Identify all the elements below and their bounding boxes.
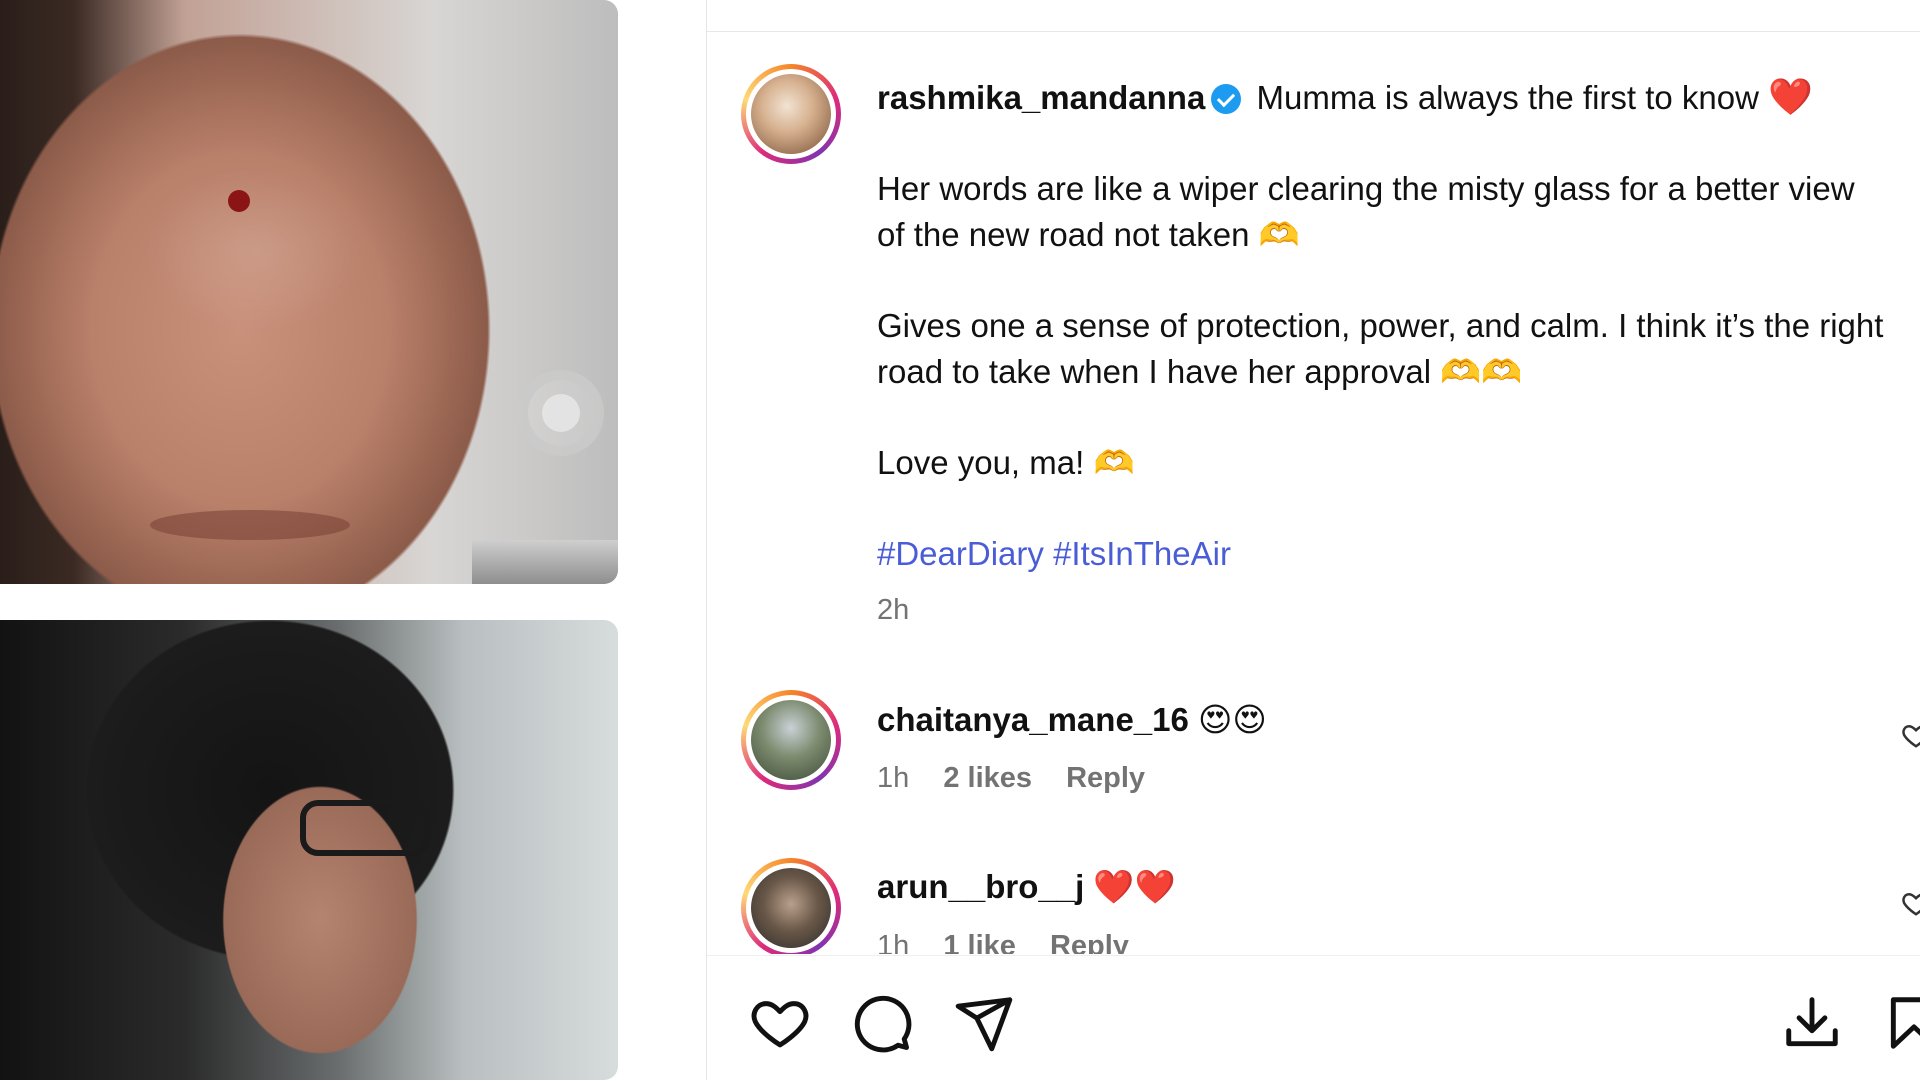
red-heart-emoji: ❤️ xyxy=(1768,76,1813,117)
comment-time[interactable]: 1h xyxy=(877,762,909,794)
caption-text: Mumma is always the first to know xyxy=(1256,79,1759,116)
bookmark-icon[interactable] xyxy=(1883,992,1920,1054)
photo-detail xyxy=(228,190,250,212)
media-column xyxy=(0,0,618,1080)
share-icon[interactable] xyxy=(953,992,1015,1054)
commenter-avatar[interactable] xyxy=(741,690,841,790)
download-icon[interactable] xyxy=(1781,992,1843,1054)
comment-item: chaitanya_mane_16 😍😍 1h 2 likes Reply xyxy=(707,690,1920,800)
post-details-panel: rashmika_mandanna Mumma is always the fi… xyxy=(706,0,1920,1080)
comment-likes[interactable]: 2 likes xyxy=(943,762,1032,794)
post-timestamp[interactable]: 2h xyxy=(877,594,909,627)
caption-paragraph: Her words are like a wiper clearing the … xyxy=(877,170,1855,253)
comment-text: arun__bro__j ❤️❤️ xyxy=(877,868,1176,907)
panel-header xyxy=(707,0,1920,32)
comment-like-heart-icon[interactable] xyxy=(1901,720,1920,750)
caption-paragraph: Love you, ma! 🫶 xyxy=(877,444,1135,481)
hashtag-link[interactable]: #ItsInTheAir xyxy=(1053,535,1231,572)
comment-meta: 1h 2 likes Reply xyxy=(877,762,1171,795)
comment-emojis: 😍😍 xyxy=(1198,701,1267,738)
author-username[interactable]: rashmika_mandanna xyxy=(877,79,1205,116)
comments-scroll-area[interactable]: rashmika_mandanna Mumma is always the fi… xyxy=(707,32,1920,954)
post-photo-top[interactable] xyxy=(0,0,618,584)
avatar-image xyxy=(751,74,831,154)
photo-detail xyxy=(300,800,430,856)
reply-button[interactable]: Reply xyxy=(1066,762,1145,794)
comment-item: arun__bro__j ❤️❤️ 1h 1 like Reply xyxy=(707,858,1920,954)
comment-like-heart-icon[interactable] xyxy=(1901,888,1920,918)
commenter-username[interactable]: arun__bro__j xyxy=(877,868,1084,905)
commenter-username[interactable]: chaitanya_mane_16 xyxy=(877,701,1189,738)
caption-paragraph: Gives one a sense of protection, power, … xyxy=(877,307,1884,390)
heart-icon[interactable] xyxy=(749,992,811,1054)
author-avatar[interactable] xyxy=(741,64,841,164)
comment-emojis: ❤️❤️ xyxy=(1093,868,1176,905)
comment-likes[interactable]: 1 like xyxy=(943,930,1016,954)
comment-icon[interactable] xyxy=(851,992,913,1054)
avatar-image xyxy=(751,700,831,780)
reply-button[interactable]: Reply xyxy=(1050,930,1129,954)
hashtags: #DearDiary #ItsInTheAir xyxy=(877,531,1887,577)
post-action-bar xyxy=(707,955,1920,1081)
comment-meta: 1h 1 like Reply xyxy=(877,930,1155,954)
verified-badge-icon xyxy=(1211,84,1242,114)
caption-first-line: rashmika_mandanna Mumma is always the fi… xyxy=(877,74,1887,121)
record-button-icon xyxy=(518,370,604,456)
avatar-image xyxy=(751,868,831,948)
video-call-pip xyxy=(472,540,618,584)
photo-detail xyxy=(150,510,350,540)
commenter-avatar[interactable] xyxy=(741,858,841,954)
post-caption: rashmika_mandanna Mumma is always the fi… xyxy=(877,74,1887,577)
comment-text: chaitanya_mane_16 😍😍 xyxy=(877,700,1267,739)
hashtag-link[interactable]: #DearDiary xyxy=(877,535,1044,572)
post-photo-bottom[interactable] xyxy=(0,620,618,1080)
comment-time[interactable]: 1h xyxy=(877,930,909,954)
